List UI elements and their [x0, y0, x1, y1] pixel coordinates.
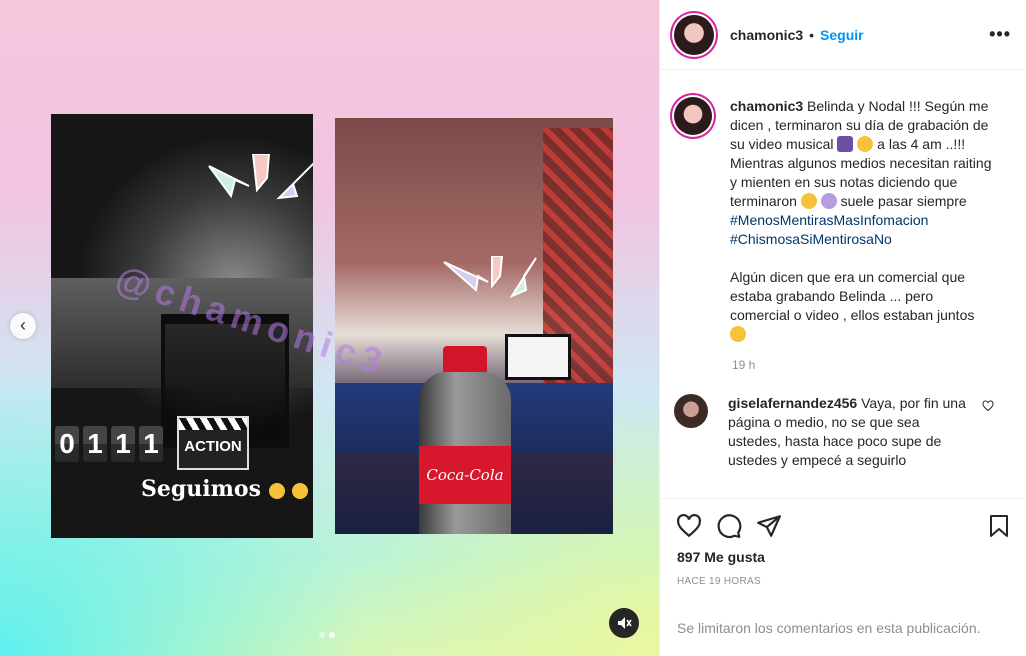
mute-button[interactable] — [609, 608, 639, 638]
caption-username[interactable]: chamonic3 — [730, 98, 803, 114]
carousel-dots — [319, 632, 335, 638]
caption-para-2-text: Algún dicen que era un comercial que est… — [730, 269, 975, 323]
post-sidebar: chamonic3 • Seguir ••• chamonic3 Belinda… — [659, 0, 1026, 656]
caption-line-3: suele pasar siempre — [840, 193, 967, 209]
post-header: chamonic3 • Seguir ••• — [660, 0, 1026, 70]
prev-slide-button[interactable]: ‹ — [10, 313, 36, 339]
comment-item: giselafernandez456 Vaya, por fin una pág… — [674, 394, 1011, 470]
like-comment-heart-icon[interactable] — [982, 400, 994, 412]
story-photo-right: Coca-Cola — [335, 118, 613, 534]
avatar[interactable] — [674, 97, 712, 135]
comment-icon[interactable] — [716, 513, 742, 539]
time-counter: 0 1 1 1 — [55, 426, 163, 462]
yawn-emoji-icon — [268, 483, 285, 499]
hashtag-link[interactable]: #MenosMentirasMasInfomacion — [730, 211, 992, 230]
more-icon: ••• — [989, 24, 1011, 44]
clapboard-sticker: ACTION — [177, 416, 249, 470]
comment-body: giselafernandez456 Vaya, por fin una pág… — [728, 394, 968, 470]
bottle-label: Coca-Cola — [419, 446, 511, 504]
clapboard-stripes — [179, 418, 247, 430]
comment-username[interactable]: giselafernandez456 — [728, 395, 857, 411]
counter-digit: 1 — [139, 426, 163, 462]
chevron-left-icon: ‹ — [20, 315, 26, 335]
carousel-dot — [319, 632, 325, 638]
post-media[interactable]: 0 1 1 1 ACTION Seguimos Coca-Cola @chamo… — [0, 0, 659, 656]
pastel-arrows — [443, 256, 537, 299]
story-photo-left: 0 1 1 1 ACTION Seguimos — [51, 114, 313, 538]
grimace-emoji-icon — [730, 326, 746, 342]
story-text-label: Seguimos — [141, 476, 261, 502]
person-shrug-emoji-icon — [820, 193, 837, 209]
pastel-arrows — [208, 154, 313, 200]
bottle-cap — [443, 346, 487, 374]
caption: chamonic3 Belinda y Nodal !!! Según me d… — [674, 97, 1011, 344]
caption-time[interactable]: 19 h — [732, 358, 1011, 372]
post-actions: 897 Me gusta HACE 19 HORAS — [660, 498, 1026, 619]
action-icons — [660, 499, 1026, 539]
hashtag-link[interactable]: #ChismosaSiMentirosaNo — [730, 230, 992, 249]
separator-dot: • — [809, 26, 815, 43]
clapboard-text: ACTION — [184, 438, 242, 455]
story-text: Seguimos — [141, 476, 309, 502]
comments-limited-notice: Se limitaron los comentarios en esta pub… — [677, 620, 981, 636]
avatar[interactable] — [674, 14, 714, 55]
header-username[interactable]: chamonic3 — [730, 27, 803, 43]
counter-digit: 1 — [83, 426, 107, 462]
counter-digit: 1 — [111, 426, 135, 462]
likes-count[interactable]: 897 Me gusta — [677, 549, 1026, 565]
more-options-button[interactable]: ••• — [989, 24, 1011, 45]
soda-bottle: Coca-Cola — [415, 346, 515, 534]
follow-button[interactable]: Seguir — [820, 27, 864, 43]
caption-body: chamonic3 Belinda y Nodal !!! Según me d… — [730, 97, 992, 344]
bookmark-icon[interactable] — [987, 513, 1011, 539]
counter-digit: 0 — [55, 426, 79, 462]
cowboy-emoji-icon — [857, 136, 874, 152]
share-icon[interactable] — [756, 513, 782, 539]
post-timestamp[interactable]: HACE 19 HORAS — [677, 576, 1026, 587]
avatar[interactable] — [674, 394, 708, 428]
heart-icon[interactable] — [676, 513, 702, 539]
yawn-emoji-icon — [292, 483, 309, 499]
grimace-emoji-icon — [800, 193, 817, 209]
speaker-muted-icon — [618, 617, 632, 629]
carousel-dot-active — [329, 632, 335, 638]
music-notes-emoji-icon — [837, 136, 854, 152]
caption-para-2: Algún dicen que era un comercial que est… — [730, 268, 992, 344]
comments-list[interactable]: chamonic3 Belinda y Nodal !!! Según me d… — [660, 71, 1026, 498]
